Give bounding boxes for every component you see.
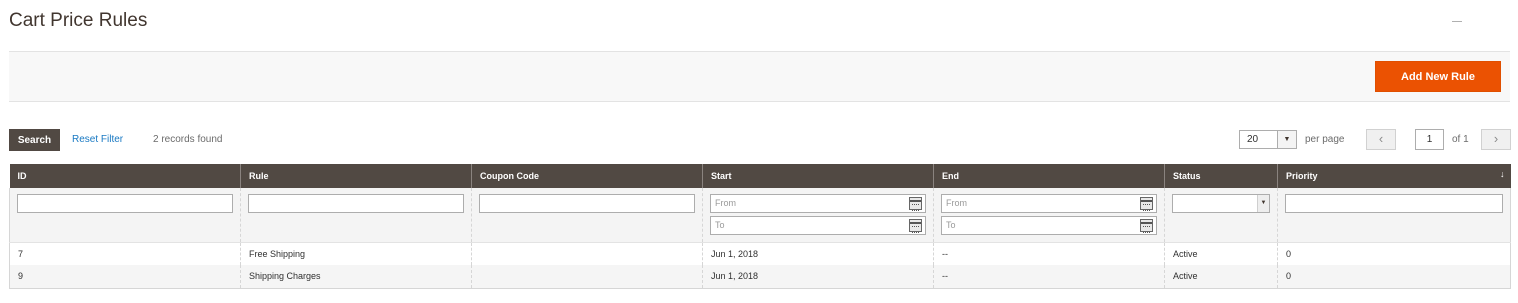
grid-header-row: ID Rule Coupon Code Start End Status Pri… <box>9 164 1511 188</box>
filter-end-to-input[interactable]: To <box>941 216 1157 235</box>
chevron-right-icon: › <box>1493 131 1499 146</box>
column-header-priority-label: Priority <box>1286 171 1318 181</box>
current-page-input[interactable]: 1 <box>1415 129 1444 150</box>
column-header-coupon-code[interactable]: Coupon Code <box>471 164 703 188</box>
filter-rule-input[interactable] <box>248 194 464 213</box>
page-size-value: 20 <box>1247 134 1259 145</box>
cell-priority: 0 <box>1277 242 1511 265</box>
cell-status: Active <box>1164 265 1278 289</box>
reset-filter-link[interactable]: Reset Filter <box>72 134 123 145</box>
calendar-icon[interactable] <box>909 197 922 211</box>
page-actions-bar: Add New Rule <box>9 51 1510 102</box>
cell-end: -- <box>933 265 1165 289</box>
filter-end-from-input[interactable]: From <box>941 194 1157 213</box>
previous-page-button[interactable]: ‹ <box>1366 129 1396 150</box>
calendar-icon[interactable] <box>1140 219 1153 233</box>
records-count: 2 records found <box>153 134 223 145</box>
cell-rule: Shipping Charges <box>240 265 472 289</box>
calendar-icon[interactable] <box>909 219 922 233</box>
column-header-id[interactable]: ID <box>9 164 241 188</box>
filter-priority-input[interactable] <box>1285 194 1503 213</box>
search-button[interactable]: Search <box>9 129 60 151</box>
cell-coupon-code <box>471 242 703 265</box>
cell-start: Jun 1, 2018 <box>702 265 934 289</box>
filter-status-select[interactable]: ▼ <box>1172 194 1270 213</box>
column-header-rule[interactable]: Rule <box>240 164 472 188</box>
filter-id-input[interactable] <box>17 194 233 213</box>
next-page-button[interactable]: › <box>1481 129 1511 150</box>
filter-cell-rule <box>240 188 472 243</box>
filter-row: From To From To ▼ <box>9 188 1511 243</box>
add-new-rule-button[interactable]: Add New Rule <box>1375 61 1501 92</box>
cell-coupon-code <box>471 265 703 289</box>
chevron-left-icon: ‹ <box>1378 131 1384 146</box>
filter-end-from-placeholder: From <box>946 198 967 208</box>
total-pages-label: of 1 <box>1452 134 1469 145</box>
filter-end-to-placeholder: To <box>946 220 956 230</box>
column-header-status[interactable]: Status <box>1164 164 1278 188</box>
page-size-select[interactable]: 20 ▼ <box>1239 130 1297 149</box>
header-divider <box>1452 21 1462 22</box>
cell-id: 9 <box>9 265 241 289</box>
filter-coupon-code-input[interactable] <box>479 194 695 213</box>
grid-toolbar: Search Reset Filter 2 records found 20 ▼… <box>9 128 1511 152</box>
cell-status: Active <box>1164 242 1278 265</box>
filter-cell-status: ▼ <box>1164 188 1278 243</box>
filter-start-from-placeholder: From <box>715 198 736 208</box>
filter-cell-start: From To <box>702 188 934 243</box>
table-row[interactable]: 7 Free Shipping Jun 1, 2018 -- Active 0 <box>9 242 1511 265</box>
filter-start-to-input[interactable]: To <box>710 216 926 235</box>
cell-id: 7 <box>9 242 241 265</box>
filter-cell-id <box>9 188 241 243</box>
page-title: Cart Price Rules <box>9 10 148 31</box>
chevron-down-icon: ▼ <box>1277 131 1296 148</box>
sort-descending-icon: ↓ <box>1500 169 1505 179</box>
column-header-priority[interactable]: Priority ↓ <box>1277 164 1511 188</box>
column-header-end[interactable]: End <box>933 164 1165 188</box>
filter-cell-priority <box>1277 188 1511 243</box>
filter-start-from-input[interactable]: From <box>710 194 926 213</box>
column-header-start[interactable]: Start <box>702 164 934 188</box>
cell-priority: 0 <box>1277 265 1511 289</box>
page-header: Cart Price Rules <box>0 0 1518 52</box>
table-row[interactable]: 9 Shipping Charges Jun 1, 2018 -- Active… <box>9 265 1511 289</box>
filter-cell-coupon-code <box>471 188 703 243</box>
cell-end: -- <box>933 242 1165 265</box>
cell-start: Jun 1, 2018 <box>702 242 934 265</box>
rules-grid: ID Rule Coupon Code Start End Status Pri… <box>9 164 1511 289</box>
filter-cell-end: From To <box>933 188 1165 243</box>
chevron-down-icon: ▼ <box>1257 195 1269 212</box>
filter-start-to-placeholder: To <box>715 220 725 230</box>
cell-rule: Free Shipping <box>240 242 472 265</box>
calendar-icon[interactable] <box>1140 197 1153 211</box>
per-page-label: per page <box>1305 134 1345 145</box>
